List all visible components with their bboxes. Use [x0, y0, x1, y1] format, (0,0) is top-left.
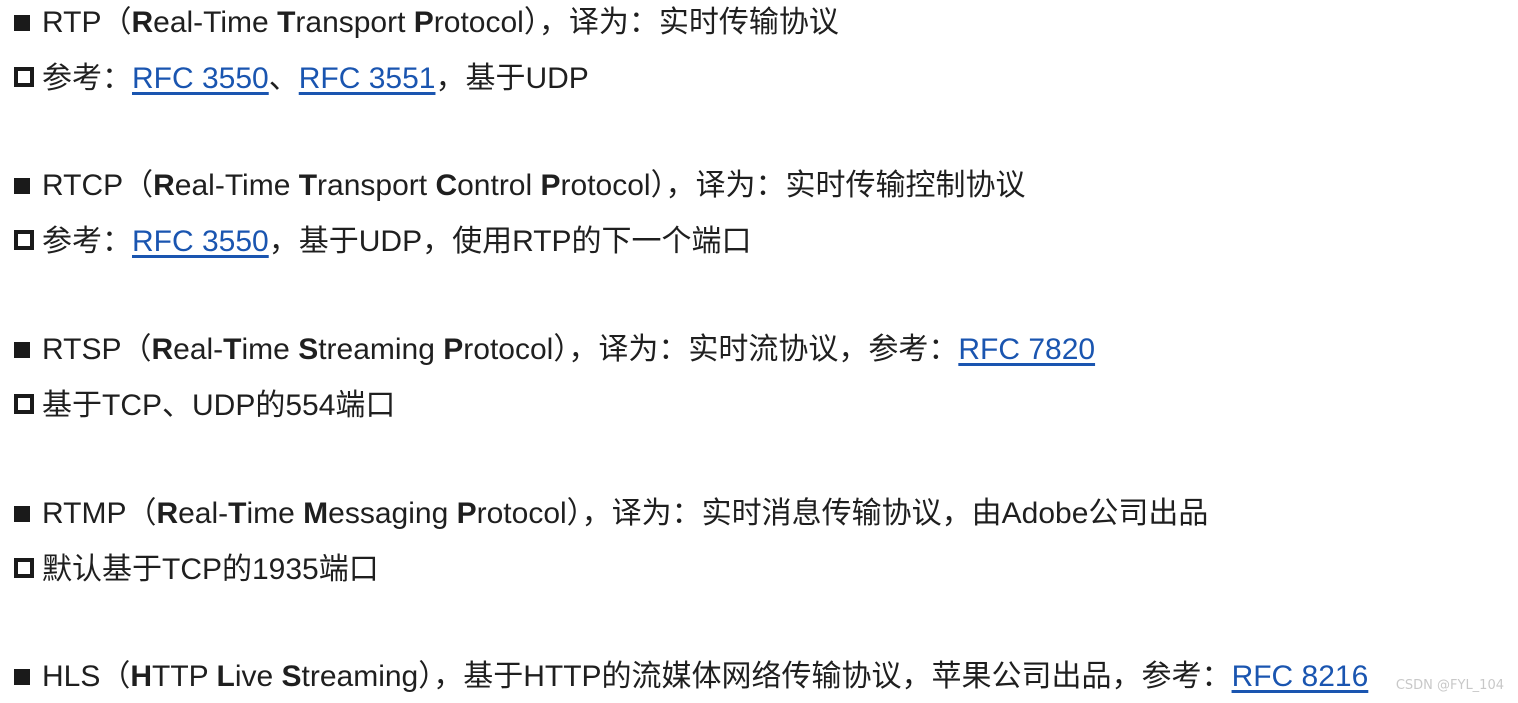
csdn-watermark: CSDN @FYL_104 — [1395, 678, 1504, 693]
filled-square-bullet-icon — [14, 506, 30, 522]
rfc-3551-link[interactable]: RFC 3551 — [299, 62, 436, 95]
rtp-ref-line: 参考：RFC 3550、RFC 3551，基于UDP — [14, 59, 589, 99]
hls-title: HLS（HTTP Live Streaming），基于HTTP的流媒体网络传输协… — [14, 657, 1368, 697]
filled-square-bullet-icon — [14, 15, 30, 31]
rtmp-port-line: 默认基于TCP的1935端口 — [14, 550, 379, 590]
filled-square-bullet-icon — [14, 178, 30, 194]
hollow-square-bullet-icon — [14, 230, 34, 250]
rfc-3550-link[interactable]: RFC 3550 — [132, 225, 269, 258]
rfc-7820-link[interactable]: RFC 7820 — [958, 333, 1095, 366]
hollow-square-bullet-icon — [14, 67, 34, 87]
rfc-3550-link[interactable]: RFC 3550 — [132, 62, 269, 95]
rtsp-title: RTSP（Real-Time Streaming Protocol），译为：实时… — [14, 330, 1095, 370]
rtp-title: RTP（Real-Time Transport Protocol），译为：实时传… — [14, 3, 839, 43]
filled-square-bullet-icon — [14, 342, 30, 358]
rtmp-title: RTMP（Real-Time Messaging Protocol），译为：实时… — [14, 494, 1208, 534]
rfc-8216-link[interactable]: RFC 8216 — [1232, 660, 1369, 693]
hollow-square-bullet-icon — [14, 558, 34, 578]
rtsp-port-line: 基于TCP、UDP的554端口 — [14, 386, 395, 426]
rtcp-title: RTCP（Real-Time Transport Control Protoco… — [14, 166, 1026, 206]
rtcp-ref-line: 参考：RFC 3550，基于UDP，使用RTP的下一个端口 — [14, 222, 752, 262]
hollow-square-bullet-icon — [14, 394, 34, 414]
filled-square-bullet-icon — [14, 669, 30, 685]
